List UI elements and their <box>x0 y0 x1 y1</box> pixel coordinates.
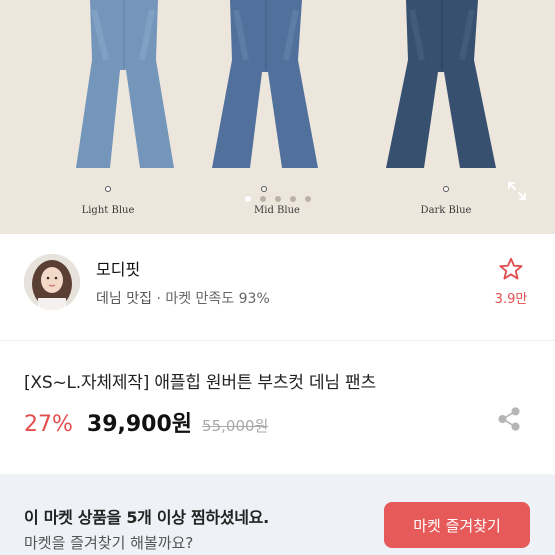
expand-icon[interactable] <box>506 180 528 202</box>
original-price: 55,000원 <box>202 417 269 435</box>
banner-submessage: 마켓을 즐겨찾기 해볼까요? <box>24 534 194 552</box>
divider <box>0 340 555 341</box>
seller-avatar[interactable] <box>24 254 80 310</box>
variant-label: Dark Blue <box>420 205 472 216</box>
light-blue-jeans-image <box>76 0 174 168</box>
swatch-dot <box>443 186 449 192</box>
separator: · <box>156 291 161 307</box>
pager-dot[interactable] <box>289 196 296 202</box>
seller-name[interactable]: 모디핏 <box>96 256 140 280</box>
carousel-pager <box>0 196 555 202</box>
mid-blue-jeans-image <box>212 0 318 168</box>
pager-dot[interactable] <box>244 196 251 202</box>
discount-rate: 27% <box>24 412 73 437</box>
swatch-dot <box>105 186 111 192</box>
pager-dot[interactable] <box>274 196 281 202</box>
product-title: [XS~L.자체제작] 애플힙 원버튼 부츠컷 데님 팬츠 <box>24 373 376 393</box>
product-page: Light Blue Mid Blue Dark Blue 모디핏 데님 맛집 … <box>0 0 555 555</box>
pager-dot[interactable] <box>304 196 311 202</box>
seller-satisfaction: 마켓 만족도 93% <box>165 291 270 307</box>
favorite-market-button[interactable]: 마켓 즐겨찾기 <box>384 502 530 548</box>
seller-category: 데님 맛집 <box>96 291 152 307</box>
variant-label: Mid Blue <box>254 205 300 216</box>
seller-info: 데님 맛집 · 마켓 만족도 93% <box>96 288 270 308</box>
swatch-dot <box>261 186 267 192</box>
avatar-image <box>24 254 80 310</box>
sale-price: 39,900원 <box>86 412 193 437</box>
seller-section[interactable]: 모디핏 데님 맛집 · 마켓 만족도 93% 3.9만 <box>0 234 555 340</box>
pager-dot[interactable] <box>259 196 266 202</box>
share-icon[interactable] <box>496 406 522 432</box>
favorite-market-banner: 이 마켓 상품을 5개 이상 찜하셨네요. 마켓을 즐겨찾기 해볼까요? 마켓 … <box>0 474 555 555</box>
variant-label: Light Blue <box>81 205 135 216</box>
banner-message: 이 마켓 상품을 5개 이상 찜하셨네요. <box>24 508 269 527</box>
product-image-carousel[interactable]: Light Blue Mid Blue Dark Blue <box>0 0 555 234</box>
star-icon <box>499 257 523 280</box>
dark-blue-jeans-image <box>386 0 496 168</box>
favorite-button[interactable]: 3.9만 <box>488 256 534 307</box>
favorite-count: 3.9만 <box>494 292 528 307</box>
price-row: 27% 39,900원 55,000원 <box>24 406 268 438</box>
